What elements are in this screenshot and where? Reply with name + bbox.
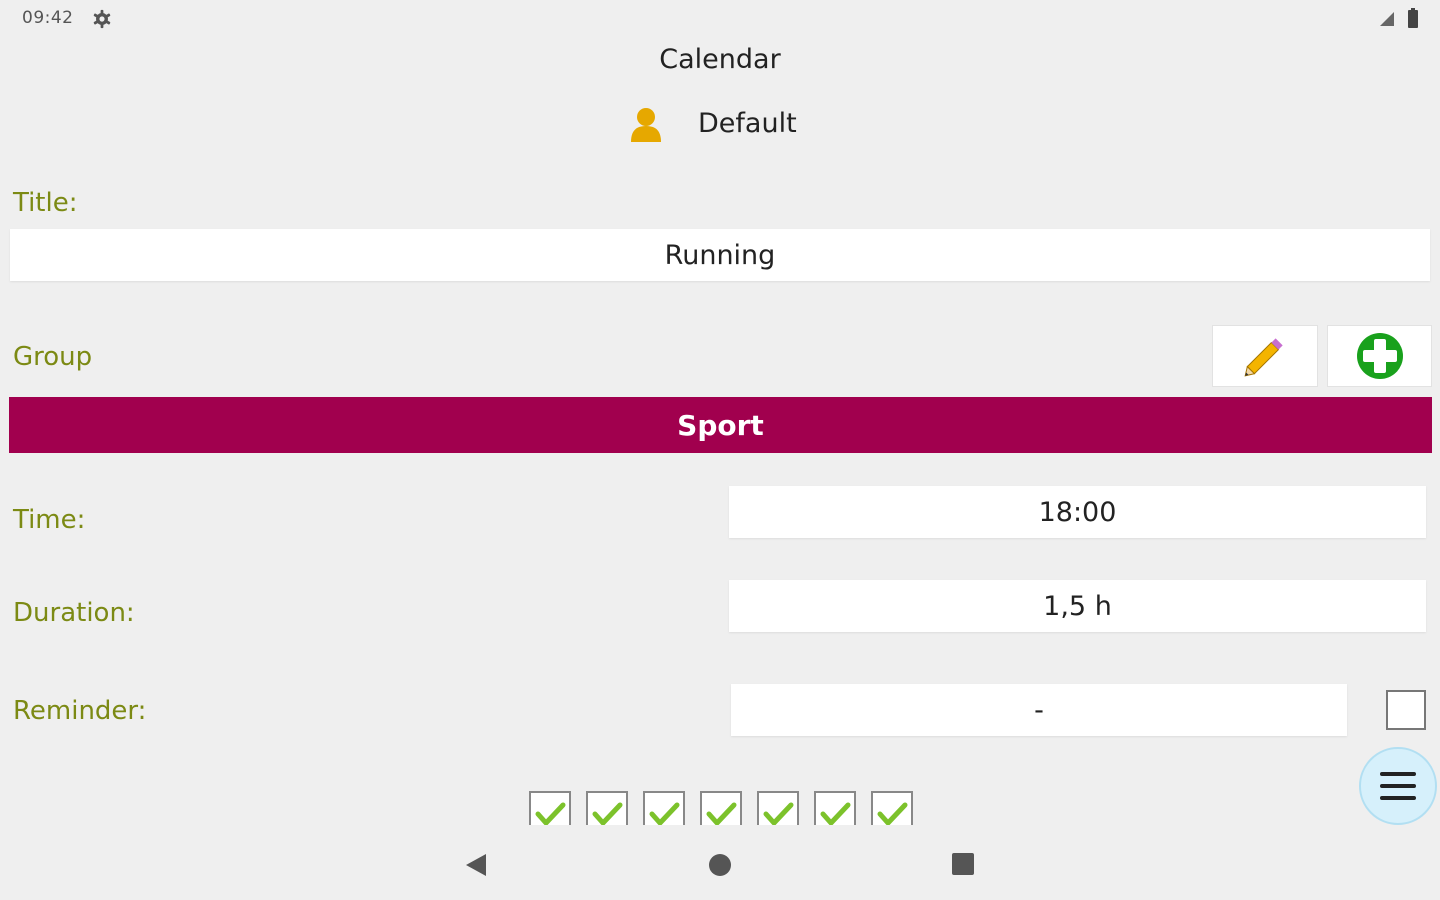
back-triangle-icon[interactable] xyxy=(463,851,489,879)
check-icon xyxy=(820,802,851,825)
home-circle-icon[interactable] xyxy=(707,852,733,878)
check-icon xyxy=(877,802,908,825)
time-label: Time: xyxy=(13,505,86,535)
add-group-button[interactable] xyxy=(1327,325,1432,387)
weekday-checkbox[interactable] xyxy=(586,791,628,825)
weekday-checkbox[interactable] xyxy=(700,791,742,825)
navigation-bar xyxy=(0,835,1440,895)
time-field[interactable]: 18:00 xyxy=(729,486,1426,538)
signal-icon xyxy=(1380,12,1394,26)
check-icon xyxy=(592,802,623,825)
page-title: Calendar xyxy=(659,44,781,75)
check-icon xyxy=(706,802,737,825)
group-selector[interactable]: Sport xyxy=(9,397,1432,453)
group-label: Group xyxy=(13,342,93,372)
profile-name[interactable]: Default xyxy=(698,108,797,139)
check-icon xyxy=(649,802,680,825)
weekday-checkbox[interactable] xyxy=(643,791,685,825)
weekday-checkbox[interactable] xyxy=(529,791,571,825)
reminder-checkbox[interactable] xyxy=(1386,690,1426,730)
status-time: 09:42 xyxy=(22,8,74,28)
check-icon xyxy=(535,802,566,825)
title-input[interactable]: Running xyxy=(10,229,1430,281)
weekday-checkbox[interactable] xyxy=(871,791,913,825)
plus-circle-icon xyxy=(1356,333,1403,379)
reminder-label: Reminder: xyxy=(13,696,147,726)
duration-field[interactable]: 1,5 h xyxy=(729,580,1426,632)
recents-square-icon[interactable] xyxy=(951,852,975,876)
weekday-checkbox[interactable] xyxy=(814,791,856,825)
weekday-checkbox[interactable] xyxy=(757,791,799,825)
gear-icon xyxy=(93,9,111,29)
duration-label: Duration: xyxy=(13,598,135,628)
menu-button[interactable] xyxy=(1359,747,1437,825)
weekday-checkboxes xyxy=(527,789,927,825)
title-label: Title: xyxy=(13,188,78,218)
pencil-icon xyxy=(1244,338,1283,377)
edit-group-button[interactable] xyxy=(1212,325,1318,387)
check-icon xyxy=(763,802,794,825)
menu-icon xyxy=(1380,772,1416,800)
battery-icon xyxy=(1408,8,1418,28)
person-icon[interactable] xyxy=(628,104,664,144)
reminder-field[interactable]: - xyxy=(731,684,1347,736)
